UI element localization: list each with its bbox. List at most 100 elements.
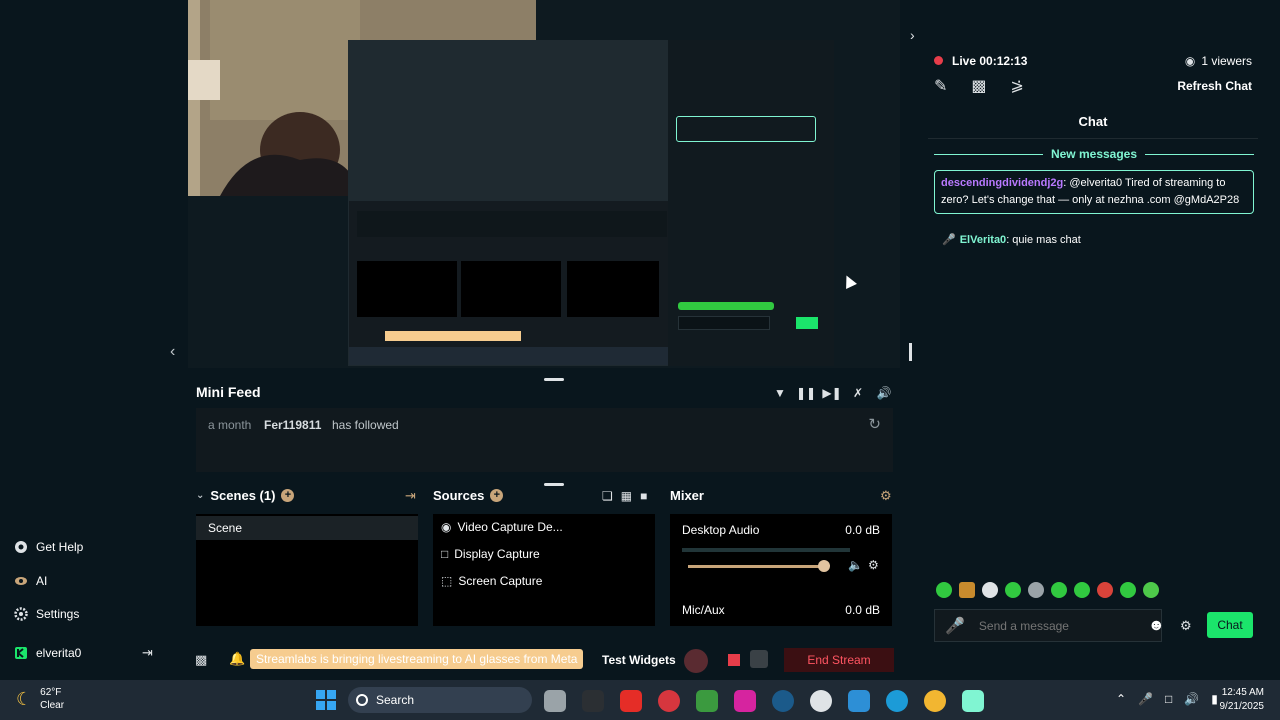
notification-icon[interactable]: 🔔 <box>229 651 245 667</box>
channel-level: 0.0 dB <box>845 523 880 537</box>
announcement-banner[interactable]: Streamlabs is bringing livestreaming to … <box>250 649 584 669</box>
chrome-icon[interactable] <box>924 690 946 712</box>
list-item[interactable]: Scene <box>196 516 418 540</box>
chevron-up-icon[interactable]: ⌃ <box>1116 692 1126 706</box>
end-stream-button[interactable]: End Stream <box>784 648 894 672</box>
resize-handle[interactable] <box>544 378 564 381</box>
add-scene-button[interactable]: + <box>281 489 295 502</box>
refresh-chat-button[interactable]: Refresh Chat <box>1177 79 1252 93</box>
mic-icon[interactable]: 🎤 <box>945 616 965 636</box>
mixer-header: Mixer <box>670 488 704 503</box>
chat-title: Chat <box>1078 114 1108 129</box>
mic-icon: 🎤 <box>942 234 956 246</box>
epic-games-icon[interactable] <box>582 690 604 712</box>
collapse-sidebar-icon[interactable]: ‹ <box>170 343 175 361</box>
add-source-button[interactable]: + <box>490 489 504 502</box>
logout-icon[interactable]: ⇥ <box>142 645 153 661</box>
stats-icon[interactable]: ▩ <box>195 652 207 668</box>
chat-input[interactable] <box>978 618 1134 633</box>
app-icon[interactable] <box>658 690 680 712</box>
stream-preview[interactable] <box>188 0 900 368</box>
sidebar-user[interactable]: elverita0 <box>14 646 81 660</box>
emote-icon[interactable] <box>936 582 952 598</box>
mixer-channel: Mic/Aux 0.0 dB <box>682 603 880 617</box>
gear-icon[interactable]: ⚙ <box>1180 618 1192 634</box>
save-replay-icon[interactable] <box>750 650 768 668</box>
share-icon[interactable]: ⪂ <box>1011 76 1024 96</box>
emote-icon[interactable] <box>1143 582 1159 598</box>
emote-icon[interactable] <box>1005 582 1021 598</box>
speaker-icon[interactable]: 🔈 <box>848 558 863 572</box>
pause-icon[interactable]: ❚❚ <box>796 385 816 401</box>
chevron-right-icon[interactable]: › <box>910 27 915 43</box>
volume-slider[interactable] <box>688 565 824 568</box>
stop-icon[interactable] <box>728 654 740 666</box>
group-icon[interactable]: ▦ <box>621 489 632 503</box>
sidebar-item-settings[interactable]: Settings <box>14 607 79 621</box>
youtube-icon[interactable] <box>620 690 642 712</box>
windows-start-icon[interactable] <box>316 690 336 710</box>
chevron-down-icon[interactable]: ⌄ <box>196 490 204 501</box>
panel-resize-handle[interactable] <box>909 343 912 361</box>
sidebar-item-get-help[interactable]: Get Help <box>14 540 83 554</box>
steam-icon[interactable] <box>772 690 794 712</box>
live-timer: Live 00:12:13 <box>952 54 1028 68</box>
gear-icon[interactable]: ⚙ <box>880 488 892 504</box>
taskbar-search[interactable]: Search <box>348 687 532 713</box>
list-item[interactable]: ◉ Video Capture De... <box>441 520 563 534</box>
emote-icon[interactable] <box>982 582 998 598</box>
chat-username[interactable]: descendingdividendj2g <box>941 177 1063 189</box>
transition-icon[interactable]: ⇥ <box>405 488 416 504</box>
event-action: has followed <box>332 418 399 432</box>
skip-icon[interactable]: ▶❚ <box>822 385 841 401</box>
temperature: 62°F <box>40 687 62 698</box>
event-user[interactable]: Fer119811 <box>264 418 321 432</box>
minecraft-icon[interactable] <box>696 690 718 712</box>
emote-icon[interactable] <box>1051 582 1067 598</box>
sidebar-item-ai[interactable]: AI <box>14 574 47 588</box>
chatgpt-icon[interactable] <box>810 690 832 712</box>
network-icon[interactable]: □ <box>1165 692 1172 706</box>
channel-name: Desktop Audio <box>682 523 760 537</box>
streamlabs-icon[interactable] <box>962 690 984 712</box>
chat-username[interactable]: ElVerita0 <box>960 234 1006 246</box>
gear-icon[interactable]: ⚙ <box>868 558 879 572</box>
copy-icon[interactable]: ❏ <box>602 489 613 503</box>
store-icon[interactable] <box>848 690 870 712</box>
emote-icon[interactable] <box>1097 582 1113 598</box>
list-item[interactable]: ⬚ Screen Capture <box>441 574 542 588</box>
monitor-icon: □ <box>441 547 449 561</box>
mic-icon[interactable]: 🎤 <box>1138 692 1153 706</box>
new-messages-divider: New messages <box>934 147 1254 161</box>
weather-widget[interactable]: ☾ 62°F Clear <box>16 686 64 712</box>
emote-icon[interactable] <box>1074 582 1090 598</box>
mute-alerts-icon[interactable]: ✗ <box>850 385 866 401</box>
volume-slider-handle[interactable] <box>818 560 830 572</box>
instagram-icon[interactable] <box>734 690 756 712</box>
resize-handle[interactable] <box>544 483 564 486</box>
edit-icon[interactable]: ✎ <box>934 76 947 96</box>
emote-icon[interactable] <box>1028 582 1044 598</box>
send-chat-button[interactable]: Chat <box>1207 612 1253 638</box>
emoji-icon[interactable]: ☻ <box>1148 617 1165 635</box>
clock[interactable]: 12:45 AM 9/21/2025 <box>1220 686 1265 714</box>
volume-icon[interactable]: 🔊 <box>876 385 892 401</box>
test-widgets-button[interactable]: Test Widgets <box>602 653 676 667</box>
filter-icon[interactable]: ▼ <box>772 385 788 401</box>
divider <box>928 138 1258 139</box>
video-icon[interactable]: ▩ <box>971 76 986 96</box>
record-button[interactable] <box>684 649 708 673</box>
sources-list: ◉ Video Capture De... □ Display Capture … <box>433 514 655 626</box>
bottom-bar: ▩ 🔔 Streamlabs is bringing livestreaming… <box>188 640 900 680</box>
emote-icon[interactable] <box>1120 582 1136 598</box>
emote-bar <box>936 582 1159 598</box>
folder-icon[interactable]: ■ <box>640 489 647 503</box>
list-item[interactable]: □ Display Capture <box>441 547 540 561</box>
refresh-icon[interactable]: ↻ <box>868 415 881 433</box>
file-explorer-icon[interactable] <box>544 690 566 712</box>
edge-icon[interactable] <box>886 690 908 712</box>
volume-icon[interactable]: 🔊 <box>1184 692 1199 706</box>
battery-icon[interactable]: ▮ <box>1211 692 1218 706</box>
emote-icon[interactable] <box>959 582 975 598</box>
system-tray: ⌃ 🎤 □ 🔊 ▮ <box>1116 692 1218 706</box>
